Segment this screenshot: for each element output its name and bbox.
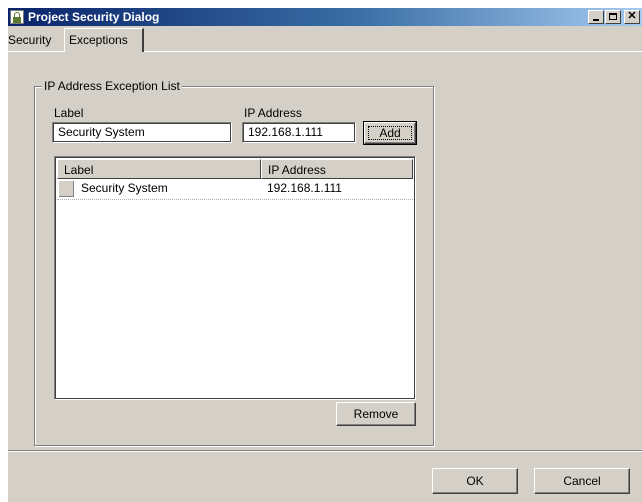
label-field-label: Label [54, 106, 84, 120]
ip-address-input[interactable]: 192.168.1.111 [242, 122, 356, 143]
footer-divider [8, 450, 642, 452]
ip-field-label: IP Address [244, 106, 302, 120]
minimize-button[interactable] [588, 10, 604, 24]
exception-list[interactable]: Label IP Address Security System 192.168… [54, 156, 416, 400]
add-button[interactable]: Add [363, 121, 417, 145]
ok-button[interactable]: OK [432, 468, 518, 494]
remove-button[interactable]: Remove [336, 402, 416, 426]
cancel-button[interactable]: Cancel [534, 468, 630, 494]
label-input[interactable]: Security System [52, 122, 232, 143]
column-header-label[interactable]: Label [57, 159, 261, 179]
window-title: Project Security Dialog [28, 10, 160, 24]
groupbox-title: IP Address Exception List [42, 79, 182, 93]
column-header-ip-address[interactable]: IP Address [261, 159, 413, 179]
close-icon: ✕ [627, 10, 637, 22]
row-ip-address: 192.168.1.111 [267, 181, 342, 195]
maximize-button[interactable] [605, 10, 621, 24]
focus-rect [368, 126, 412, 140]
minimize-icon [593, 19, 599, 21]
maximize-icon [609, 13, 617, 20]
table-row[interactable]: Security System 192.168.1.111 [57, 179, 413, 200]
close-button[interactable]: ✕ [624, 10, 640, 24]
tab-security[interactable]: Security [4, 30, 64, 50]
lock-icon [10, 10, 24, 24]
row-checkbox[interactable] [59, 181, 74, 197]
title-bar[interactable]: Project Security Dialog ✕ [8, 8, 642, 26]
row-label: Security System [81, 181, 168, 195]
project-security-dialog: Project Security Dialog ✕ Security Excep… [8, 8, 642, 502]
tab-exceptions[interactable]: Exceptions [64, 28, 144, 52]
